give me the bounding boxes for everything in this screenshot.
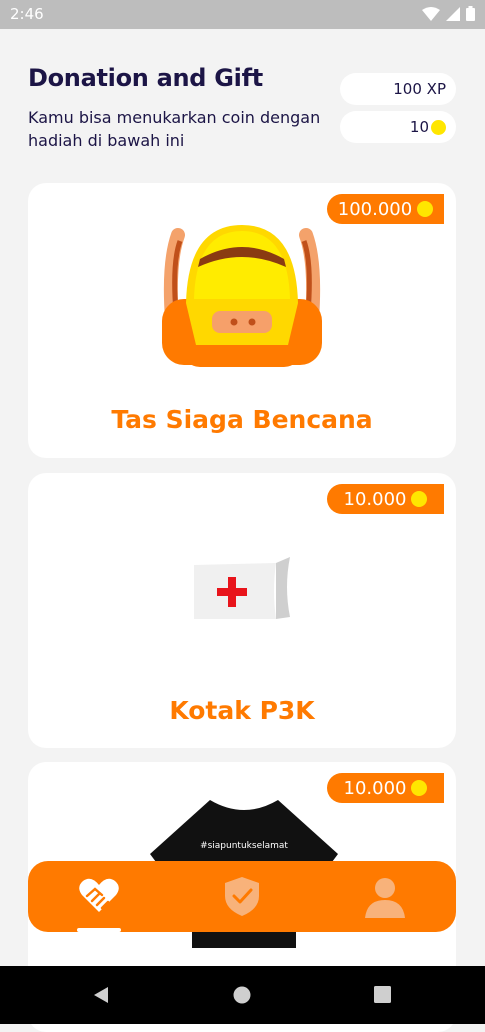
status-bar: 2:46 <box>0 0 485 29</box>
coin-icon <box>431 119 446 135</box>
page-subtitle: Kamu bisa menukarkan coin dengan hadiah … <box>28 108 321 150</box>
coin-badge: 10 <box>340 111 456 143</box>
nav-safety[interactable] <box>220 874 264 918</box>
first-aid-kit-icon <box>194 557 290 619</box>
user-icon <box>365 878 405 918</box>
signal-icon <box>446 6 460 21</box>
handshake-heart-icon <box>79 878 119 912</box>
shield-check-icon <box>225 877 259 916</box>
coin-icon <box>411 491 428 507</box>
price-tag: 10.000 <box>327 484 444 514</box>
price-value: 10.000 <box>343 488 407 510</box>
gift-card-tas-siaga[interactable]: 100.000 Tas Siaga Bencana <box>28 183 456 458</box>
system-nav-bar <box>0 966 485 1024</box>
wifi-icon <box>422 6 440 21</box>
status-icons <box>422 6 475 21</box>
coin-icon <box>417 201 434 217</box>
nav-donation[interactable] <box>77 874 121 918</box>
page-title: Donation and Gift <box>28 64 263 92</box>
bottom-nav <box>28 861 456 932</box>
battery-icon <box>466 6 475 21</box>
item-name: Kotak P3K <box>169 696 315 725</box>
price-tag: 100.000 <box>327 194 444 224</box>
home-icon[interactable] <box>233 986 251 1004</box>
xp-value: 100 XP <box>393 80 446 98</box>
coin-value: 10 <box>409 118 429 136</box>
recents-icon[interactable] <box>374 986 391 1003</box>
price-tag: 10.000 <box>327 773 444 803</box>
status-time: 2:46 <box>10 5 44 23</box>
price-value: 10.000 <box>343 777 407 799</box>
xp-badge: 100 XP <box>340 73 456 105</box>
backpack-icon <box>162 225 322 367</box>
nav-profile[interactable] <box>363 874 407 918</box>
coin-icon <box>411 780 428 796</box>
gift-card-kotak-p3k[interactable]: 10.000 Kotak P3K <box>28 473 456 748</box>
price-value: 100.000 <box>337 198 413 220</box>
item-name: Tas Siaga Bencana <box>111 405 373 434</box>
back-icon[interactable] <box>92 986 110 1004</box>
shirt-print: #siapuntukselamat <box>200 841 288 851</box>
active-tab-indicator <box>77 928 121 932</box>
